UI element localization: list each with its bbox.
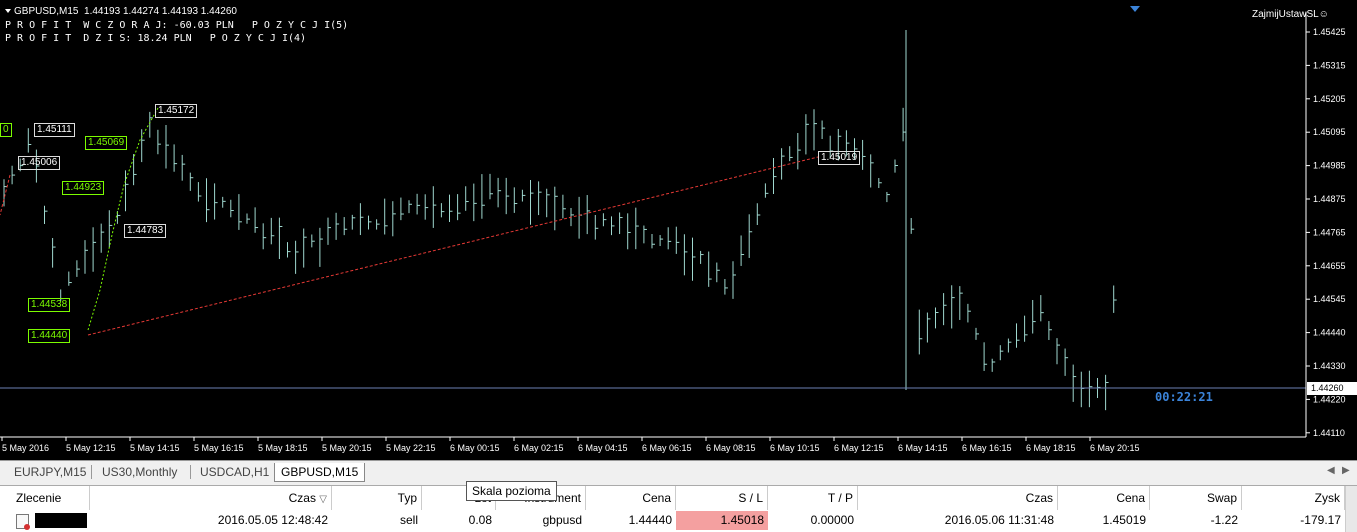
- time-tick-label: 6 May 08:15: [706, 443, 756, 453]
- trade-label-b: 1.45006: [18, 156, 61, 170]
- terminal-table: Zlecenie Czas ▽ Typ Lot Instrument Cena …: [0, 485, 1357, 532]
- tab-gbpusd[interactable]: GBPUSD,M15: [274, 463, 366, 482]
- cell-lot: 0.08: [468, 513, 492, 527]
- time-tick-label: 6 May 00:15: [450, 443, 500, 453]
- tab-eurjpy[interactable]: EURJPY,M15: [8, 463, 92, 481]
- header-swap[interactable]: Swap: [1150, 486, 1242, 510]
- cell-typ: sell: [399, 513, 418, 527]
- time-tick-label: 6 May 16:15: [962, 443, 1012, 453]
- header-typ[interactable]: Typ: [332, 486, 422, 510]
- chart-shift-marker[interactable]: [1130, 6, 1140, 12]
- time-tick-label: 6 May 14:15: [898, 443, 948, 453]
- tab-scroll-right-icon[interactable]: ▶: [1342, 465, 1350, 476]
- time-tick-label: 6 May 20:15: [1090, 443, 1140, 453]
- trade-label-f: 1.44783: [124, 224, 167, 238]
- profit-today: P R O F I T D Z I S: 18.24 PLN P O Z Y C…: [5, 33, 307, 44]
- cell-zysk: -179.17: [1300, 513, 1341, 527]
- time-tick-label: 5 May 16:15: [194, 443, 244, 453]
- cell-instrument: gbpusd: [542, 513, 582, 527]
- cell-czas: 2016.05.05 12:48:42: [217, 513, 328, 527]
- time-tick-label: 6 May 18:15: [1026, 443, 1076, 453]
- trade-line-short: [0, 174, 11, 216]
- price-tick-label: 1.44220: [1313, 394, 1346, 404]
- price-tick-label: 1.45425: [1313, 27, 1346, 37]
- time-tick-label: 6 May 10:15: [770, 443, 820, 453]
- current-price-label: 1.44260: [1307, 382, 1357, 395]
- cell-czas-close: 2016.05.06 11:31:48: [944, 513, 1054, 527]
- header-sl[interactable]: S / L: [676, 486, 768, 510]
- header-cena[interactable]: Cena: [586, 486, 676, 510]
- trade-label-g: 1.44538: [28, 298, 71, 312]
- time-tick-label: 6 May 12:15: [834, 443, 884, 453]
- price-chart[interactable]: 1.45425 1.45315 1.45205 1.45095 1.44985 1.448…: [0, 0, 1357, 460]
- cell-tp: 0.00000: [810, 513, 854, 527]
- trade-label-c: 1.45069: [85, 136, 128, 150]
- cell-cena: 1.44440: [628, 513, 672, 527]
- order-icon: [16, 514, 30, 530]
- time-tick-label: 5 May 20:15: [322, 443, 372, 453]
- price-tick-label: 1.44765: [1313, 227, 1346, 237]
- indicator-name: ZajmijUstawSL☺: [1252, 9, 1329, 20]
- symbol-info: GBPUSD,M15 1.44193 1.44274 1.44193 1.442…: [14, 6, 237, 17]
- profit-yesterday: P R O F I T W C Z O R A J: -60.03 PLN P …: [5, 20, 349, 31]
- price-axis-ticks: 1.45425 1.45315 1.45205 1.45095 1.44985 1.448…: [1306, 27, 1346, 438]
- price-tick-label: 1.44110: [1313, 428, 1345, 438]
- time-tick-label: 6 May 06:15: [642, 443, 692, 453]
- cell-swap: -1.22: [1210, 513, 1238, 527]
- header-czas[interactable]: Czas ▽: [90, 486, 332, 510]
- header-cena-close[interactable]: Cena: [1058, 486, 1150, 510]
- table-scrollbar[interactable]: [1345, 486, 1357, 532]
- chart-tabs: EURJPY,M15 US30,Monthly USDCAD,H1 GBPUSD…: [0, 460, 1357, 483]
- header-czas-close[interactable]: Czas: [858, 486, 1058, 510]
- price-tick-label: 1.44330: [1313, 361, 1346, 371]
- time-tick-label: 5 May 18:15: [258, 443, 308, 453]
- price-tick-label: 1.44985: [1313, 161, 1346, 171]
- trade-label-e: 1.45172: [155, 104, 198, 118]
- tab-separator: [91, 465, 92, 479]
- time-tick-label: 5 May 2016: [2, 443, 49, 453]
- tooltip: Skala pozioma: [466, 481, 557, 501]
- price-tick-label: 1.44545: [1313, 294, 1346, 304]
- time-tick-label: 5 May 22:15: [386, 443, 436, 453]
- trade-label-i: 1.45019: [818, 151, 861, 165]
- bar-countdown: 00:22:21: [1155, 390, 1213, 404]
- time-tick-label: 6 May 04:15: [578, 443, 628, 453]
- price-tick-label: 1.45095: [1313, 127, 1346, 137]
- header-tp[interactable]: T / P: [768, 486, 858, 510]
- tab-usdcad[interactable]: USDCAD,H1: [194, 463, 275, 481]
- price-tick-label: 1.44440: [1313, 328, 1346, 338]
- tab-scroll-left-icon[interactable]: ◀: [1327, 465, 1335, 476]
- chart-menu-arrow[interactable]: [5, 9, 11, 13]
- trade-line-main: [87, 156, 819, 336]
- trade-label-h: 1.44440: [28, 329, 71, 343]
- trade-label-a: 1.45111: [34, 123, 75, 137]
- header-czas-label: Czas: [288, 491, 316, 505]
- sort-down-icon: ▽: [319, 494, 327, 505]
- header-zysk[interactable]: Zysk: [1242, 486, 1345, 510]
- trade-label-j: 0: [0, 123, 12, 137]
- time-axis-ticks: 5 May 2016 5 May 12:15 5 May 14:15 5 May 16…: [1, 437, 1140, 453]
- time-tick-label: 5 May 14:15: [130, 443, 180, 453]
- price-tick-label: 1.45315: [1313, 60, 1346, 70]
- time-tick-label: 5 May 12:15: [66, 443, 116, 453]
- cell-cena-close: 1.45019: [1102, 513, 1146, 527]
- tab-us30[interactable]: US30,Monthly: [96, 463, 183, 481]
- price-tick-label: 1.45205: [1313, 94, 1346, 104]
- cell-sl: 1.45018: [676, 511, 768, 530]
- price-tick-label: 1.44655: [1313, 261, 1346, 271]
- price-tick-label: 1.44875: [1313, 194, 1346, 204]
- header-zlecenie[interactable]: Zlecenie: [12, 486, 90, 510]
- tab-separator: [190, 465, 191, 479]
- trade-label-d: 1.44923: [62, 181, 105, 195]
- chart-canvas[interactable]: 1.45425 1.45315 1.45205 1.45095 1.44985 1.448…: [0, 0, 1357, 460]
- order-id-redacted: [35, 513, 87, 528]
- time-tick-label: 6 May 02:15: [514, 443, 564, 453]
